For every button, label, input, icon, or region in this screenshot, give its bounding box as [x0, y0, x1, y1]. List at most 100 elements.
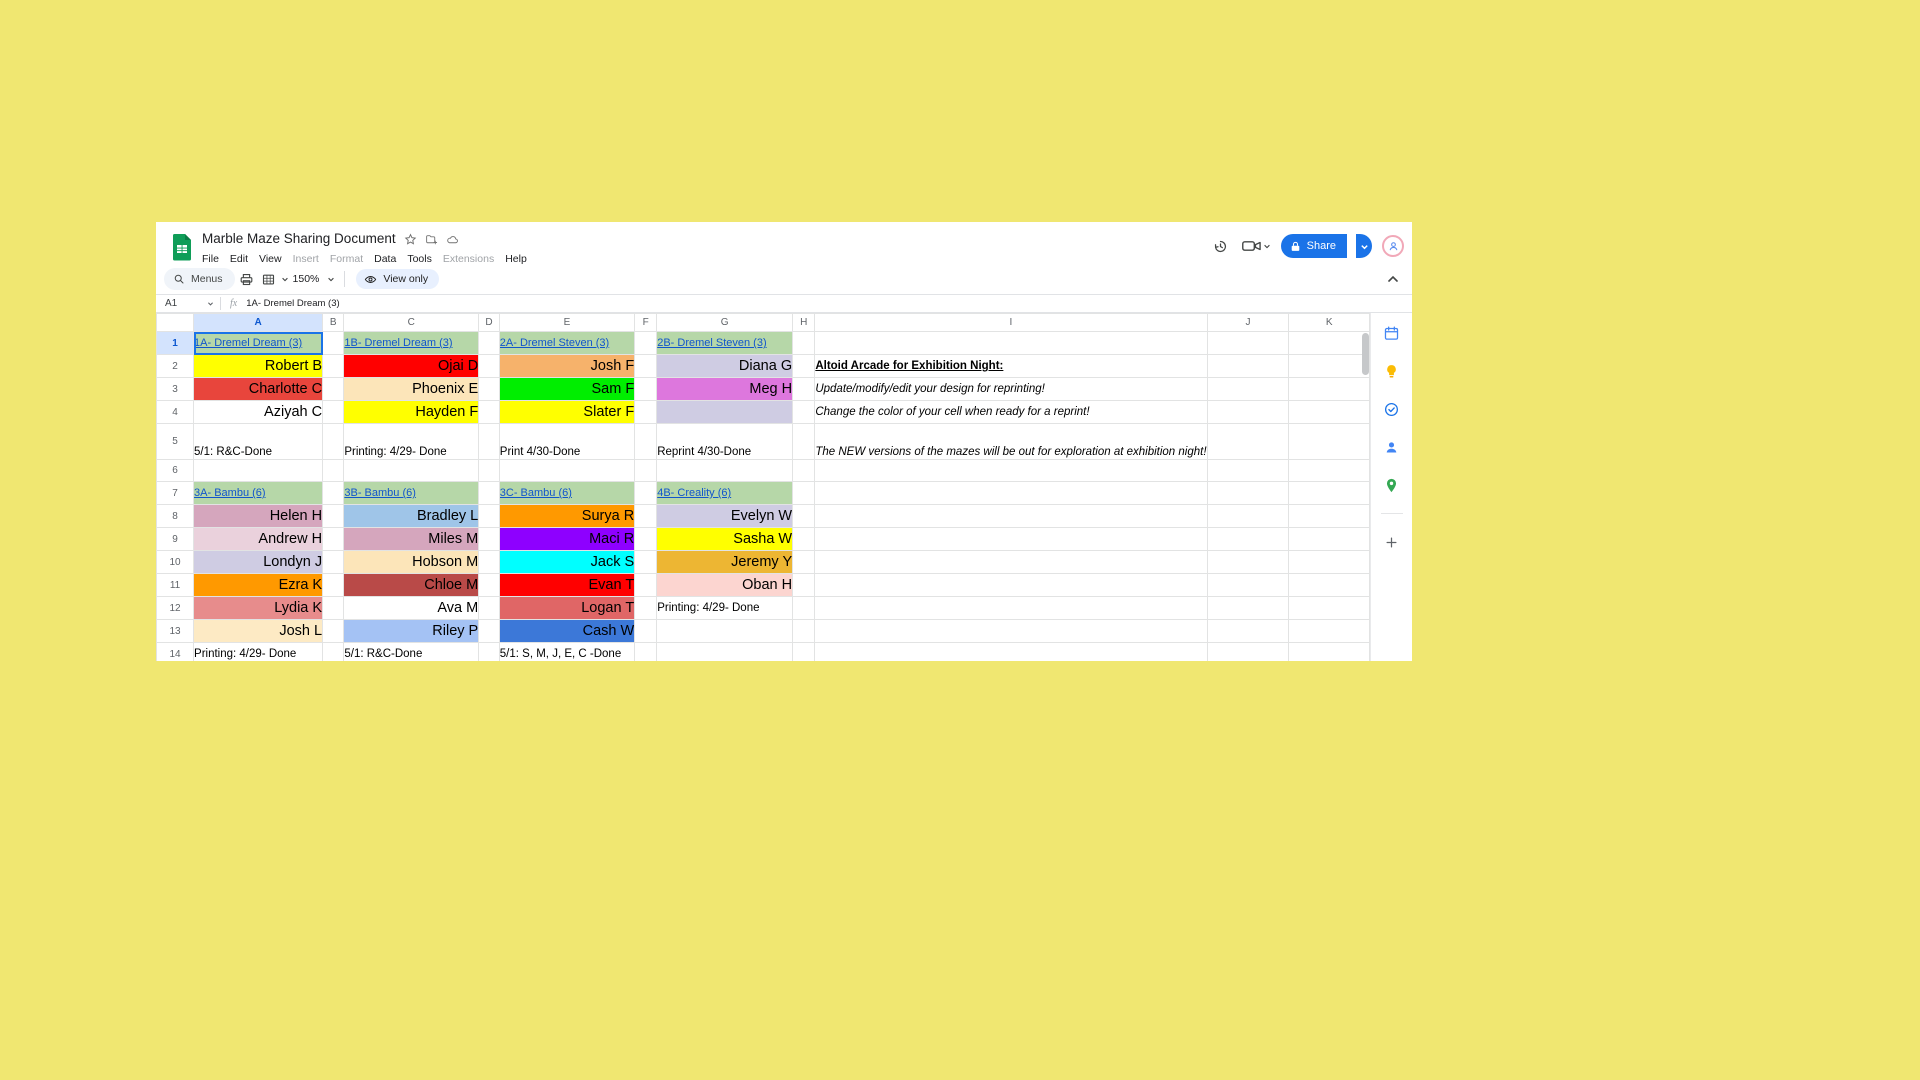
cell-B1[interactable]	[322, 331, 345, 355]
cell-H13[interactable]	[792, 619, 816, 643]
cell-E5[interactable]: Print 4/30-Done	[498, 423, 636, 460]
cell-E13[interactable]: Cash W	[498, 619, 636, 643]
cell-G7[interactable]: 4B- Creality (6)	[656, 481, 794, 505]
cell-A1[interactable]: 1A- Dremel Dream (3)	[193, 331, 324, 355]
row-header-14[interactable]: 14	[156, 642, 195, 661]
cell-E6[interactable]	[498, 459, 636, 482]
cell-B12[interactable]	[322, 596, 345, 620]
cell-C6[interactable]	[343, 459, 480, 482]
cell-C2[interactable]: Ojai D	[343, 354, 480, 378]
cell-D14[interactable]	[478, 642, 500, 661]
cell-J3[interactable]	[1206, 377, 1290, 401]
cell-C13[interactable]: Riley P	[343, 619, 480, 643]
cell-link[interactable]: 4B- Creality (6)	[658, 487, 731, 499]
cell-B6[interactable]	[322, 459, 345, 482]
cell-D11[interactable]	[478, 573, 500, 597]
cell-J10[interactable]	[1206, 550, 1290, 574]
cell-A4[interactable]: Aziyah C	[193, 400, 324, 424]
cell-F6[interactable]	[634, 459, 658, 482]
cell-F9[interactable]	[634, 527, 658, 551]
row-header-1[interactable]: 1	[156, 331, 195, 355]
cell-I8[interactable]	[814, 504, 1208, 528]
cell-H11[interactable]	[792, 573, 816, 597]
cell-A3[interactable]: Charlotte C	[193, 377, 324, 401]
cell-K4[interactable]	[1288, 400, 1370, 424]
column-header-f[interactable]: F	[634, 313, 658, 332]
cell-C9[interactable]: Miles M	[343, 527, 480, 551]
cell-F4[interactable]	[634, 400, 658, 424]
cell-F2[interactable]	[634, 354, 658, 378]
cell-G1[interactable]: 2B- Dremel Steven (3)	[656, 331, 794, 355]
cell-B14[interactable]	[322, 642, 345, 661]
column-header-j[interactable]: J	[1206, 313, 1290, 332]
cell-J4[interactable]	[1206, 400, 1290, 424]
cell-E4[interactable]: Slater F	[498, 400, 636, 424]
cell-link[interactable]: 2B- Dremel Steven (3)	[658, 337, 767, 349]
cell-I6[interactable]	[814, 459, 1208, 482]
keep-notes-icon[interactable]	[1380, 359, 1404, 383]
cell-G9[interactable]: Sasha W	[656, 527, 794, 551]
view-only-button[interactable]: View only	[356, 269, 440, 289]
cell-link[interactable]: 1A- Dremel Dream (3)	[195, 337, 303, 349]
cell-A10[interactable]: Londyn J	[193, 550, 324, 574]
cell-K14[interactable]	[1288, 642, 1370, 661]
cell-B8[interactable]	[322, 504, 345, 528]
cell-B13[interactable]	[322, 619, 345, 643]
cell-K13[interactable]	[1288, 619, 1370, 643]
avatar[interactable]	[1382, 235, 1404, 257]
row-header-7[interactable]: 7	[156, 481, 195, 505]
cell-H5[interactable]	[792, 423, 816, 460]
cell-A11[interactable]: Ezra K	[193, 573, 324, 597]
cell-D12[interactable]	[478, 596, 500, 620]
cell-H8[interactable]	[792, 504, 816, 528]
cell-H10[interactable]	[792, 550, 816, 574]
column-header-e[interactable]: E	[498, 313, 636, 332]
calendar-icon[interactable]	[1380, 321, 1404, 345]
row-header-4[interactable]: 4	[156, 400, 195, 424]
cell-B3[interactable]	[322, 377, 345, 401]
column-header-i[interactable]: I	[814, 313, 1208, 332]
cell-C4[interactable]: Hayden F	[343, 400, 480, 424]
cell-F14[interactable]	[634, 642, 658, 661]
sheets-icon[interactable]	[170, 233, 194, 261]
cell-B10[interactable]	[322, 550, 345, 574]
cell-A5[interactable]: 5/1: R&C-Done	[193, 423, 324, 460]
cell-J7[interactable]	[1206, 481, 1290, 505]
cell-G2[interactable]: Diana G	[656, 354, 794, 378]
cell-H6[interactable]	[792, 459, 816, 482]
cell-J12[interactable]	[1206, 596, 1290, 620]
tasks-icon[interactable]	[1380, 397, 1404, 421]
cell-D13[interactable]	[478, 619, 500, 643]
cell-K5[interactable]	[1288, 423, 1370, 460]
cell-C7[interactable]: 3B- Bambu (6)	[343, 481, 480, 505]
cell-J6[interactable]	[1206, 459, 1290, 482]
cell-K6[interactable]	[1288, 459, 1370, 482]
cell-K9[interactable]	[1288, 527, 1370, 551]
cell-B4[interactable]	[322, 400, 345, 424]
cell-E7[interactable]: 3C- Bambu (6)	[498, 481, 636, 505]
cell-I11[interactable]	[814, 573, 1208, 597]
cell-K7[interactable]	[1288, 481, 1370, 505]
cell-I9[interactable]	[814, 527, 1208, 551]
cell-A7[interactable]: 3A- Bambu (6)	[193, 481, 324, 505]
row-header-10[interactable]: 10	[156, 550, 195, 574]
cell-A8[interactable]: Helen H	[193, 504, 324, 528]
cell-D5[interactable]	[478, 423, 500, 460]
cell-E2[interactable]: Josh F	[498, 354, 636, 378]
cell-B11[interactable]	[322, 573, 345, 597]
cell-C14[interactable]: 5/1: R&C-Done	[343, 642, 480, 661]
cell-J13[interactable]	[1206, 619, 1290, 643]
cell-D9[interactable]	[478, 527, 500, 551]
cell-J11[interactable]	[1206, 573, 1290, 597]
cell-A6[interactable]	[193, 459, 324, 482]
cell-G12[interactable]: Printing: 4/29- Done	[656, 596, 794, 620]
maps-icon[interactable]	[1380, 473, 1404, 497]
share-dropdown-button[interactable]	[1356, 234, 1372, 258]
version-history-icon[interactable]	[1210, 235, 1232, 257]
cell-E9[interactable]: Maci R	[498, 527, 636, 551]
column-header-g[interactable]: G	[656, 313, 794, 332]
cell-D4[interactable]	[478, 400, 500, 424]
cell-F8[interactable]	[634, 504, 658, 528]
cell-E3[interactable]: Sam F	[498, 377, 636, 401]
cell-C1[interactable]: 1B- Dremel Dream (3)	[343, 331, 480, 355]
